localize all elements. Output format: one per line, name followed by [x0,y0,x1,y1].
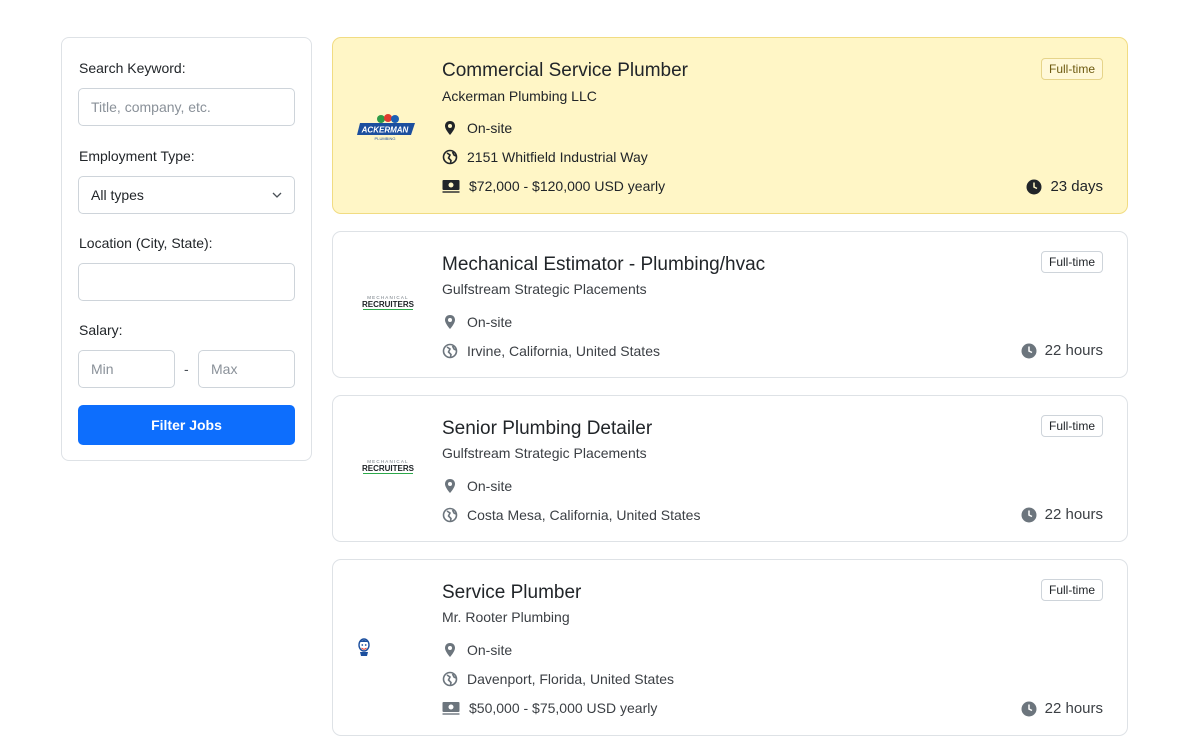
job-card[interactable]: MECHANICAL RECRUITERS Senior Plumbing De… [332,395,1128,542]
posted-text: 22 hours [1044,506,1103,523]
salary-label: Salary: [79,322,123,338]
filter-panel: Search Keyword: Employment Type: All typ… [61,37,312,461]
globe-icon [442,671,458,687]
location-row: 2151 Whitfield Industrial Way [442,149,648,165]
map-pin-icon [445,479,455,493]
posted-age: 23 days [1026,178,1103,195]
workplace-row: On-site [442,478,512,494]
company-logo [357,637,371,662]
salary-separator: - [184,361,189,377]
workplace-row: On-site [442,314,512,330]
employment-type-badge: Full-time [1040,251,1103,273]
posted-text: 22 hours [1044,700,1103,717]
employment-type-value: All types [91,187,144,203]
map-pin-icon [445,121,455,135]
location-row: Davenport, Florida, United States [442,671,674,687]
location-text: Costa Mesa, California, United States [467,507,701,523]
company-name: Gulfstream Strategic Placements [442,445,647,461]
company-logo: ACKERMAN PLUMBING [357,113,417,146]
company-name: Gulfstream Strategic Placements [442,281,647,297]
company-name: Ackerman Plumbing LLC [442,88,597,104]
employment-type-badge: Full-time [1040,58,1103,80]
logo-text: ACKERMAN [361,126,409,135]
logo-text: RECRUITERS [362,464,415,473]
filter-jobs-button[interactable]: Filter Jobs [78,405,295,445]
location-label: Location (City, State): [79,235,213,251]
clock-icon [1021,507,1037,522]
salary-row: $50,000 - $75,000 USD yearly [442,700,657,716]
location-input[interactable] [78,263,295,301]
company-name: Mr. Rooter Plumbing [442,609,570,625]
salary-min-input[interactable] [78,350,175,388]
posted-age: 22 hours [1021,700,1103,717]
map-pin-icon [445,643,455,657]
posted-text: 23 days [1050,178,1103,195]
logo-subtext: PLUMBING [375,136,396,141]
job-title[interactable]: Senior Plumbing Detailer [442,418,652,440]
posted-age: 22 hours [1021,506,1103,523]
workplace-row: On-site [442,120,512,136]
location-row: Irvine, California, United States [442,343,660,359]
salary-text: $50,000 - $75,000 USD yearly [469,700,658,716]
job-card[interactable]: Service Plumber Mr. Rooter Plumbing Full… [332,559,1128,736]
employment-type-select[interactable]: All types [78,176,295,214]
location-text: Davenport, Florida, United States [467,671,674,687]
workplace-text: On-site [467,120,513,136]
clock-icon [1021,343,1037,358]
workplace-text: On-site [467,478,513,494]
clock-icon [1026,179,1042,194]
globe-icon [442,507,458,523]
company-logo: MECHANICAL RECRUITERS [357,294,419,319]
job-card[interactable]: ACKERMAN PLUMBING Commercial Service Plu… [332,37,1128,214]
employment-type-badge: Full-time [1040,415,1103,437]
job-card[interactable]: MECHANICAL RECRUITERS Mechanical Estimat… [332,231,1128,378]
salary-max-input[interactable] [198,350,295,388]
job-title[interactable]: Service Plumber [442,582,581,604]
salary-row: $72,000 - $120,000 USD yearly [442,178,665,194]
keyword-label: Search Keyword: [79,60,186,76]
keyword-input[interactable] [78,88,295,126]
job-title[interactable]: Mechanical Estimator - Plumbing/hvac [442,254,765,276]
location-text: Irvine, California, United States [467,343,660,359]
globe-icon [442,149,458,165]
salary-text: $72,000 - $120,000 USD yearly [469,178,666,194]
posted-age: 22 hours [1021,342,1103,359]
globe-icon [442,343,458,359]
chevron-down-icon [272,192,282,198]
posted-text: 22 hours [1044,342,1103,359]
clock-icon [1021,701,1037,716]
logo-text: RECRUITERS [362,300,415,309]
map-pin-icon [445,315,455,329]
workplace-text: On-site [467,314,513,330]
employment-type-label: Employment Type: [79,148,195,164]
workplace-row: On-site [442,642,512,658]
location-text: 2151 Whitfield Industrial Way [467,149,648,165]
money-icon [442,702,460,715]
employment-type-badge: Full-time [1040,579,1103,601]
location-row: Costa Mesa, California, United States [442,507,700,523]
money-icon [442,180,460,193]
company-logo: MECHANICAL RECRUITERS [357,458,419,483]
job-title[interactable]: Commercial Service Plumber [442,60,688,82]
workplace-text: On-site [467,642,513,658]
